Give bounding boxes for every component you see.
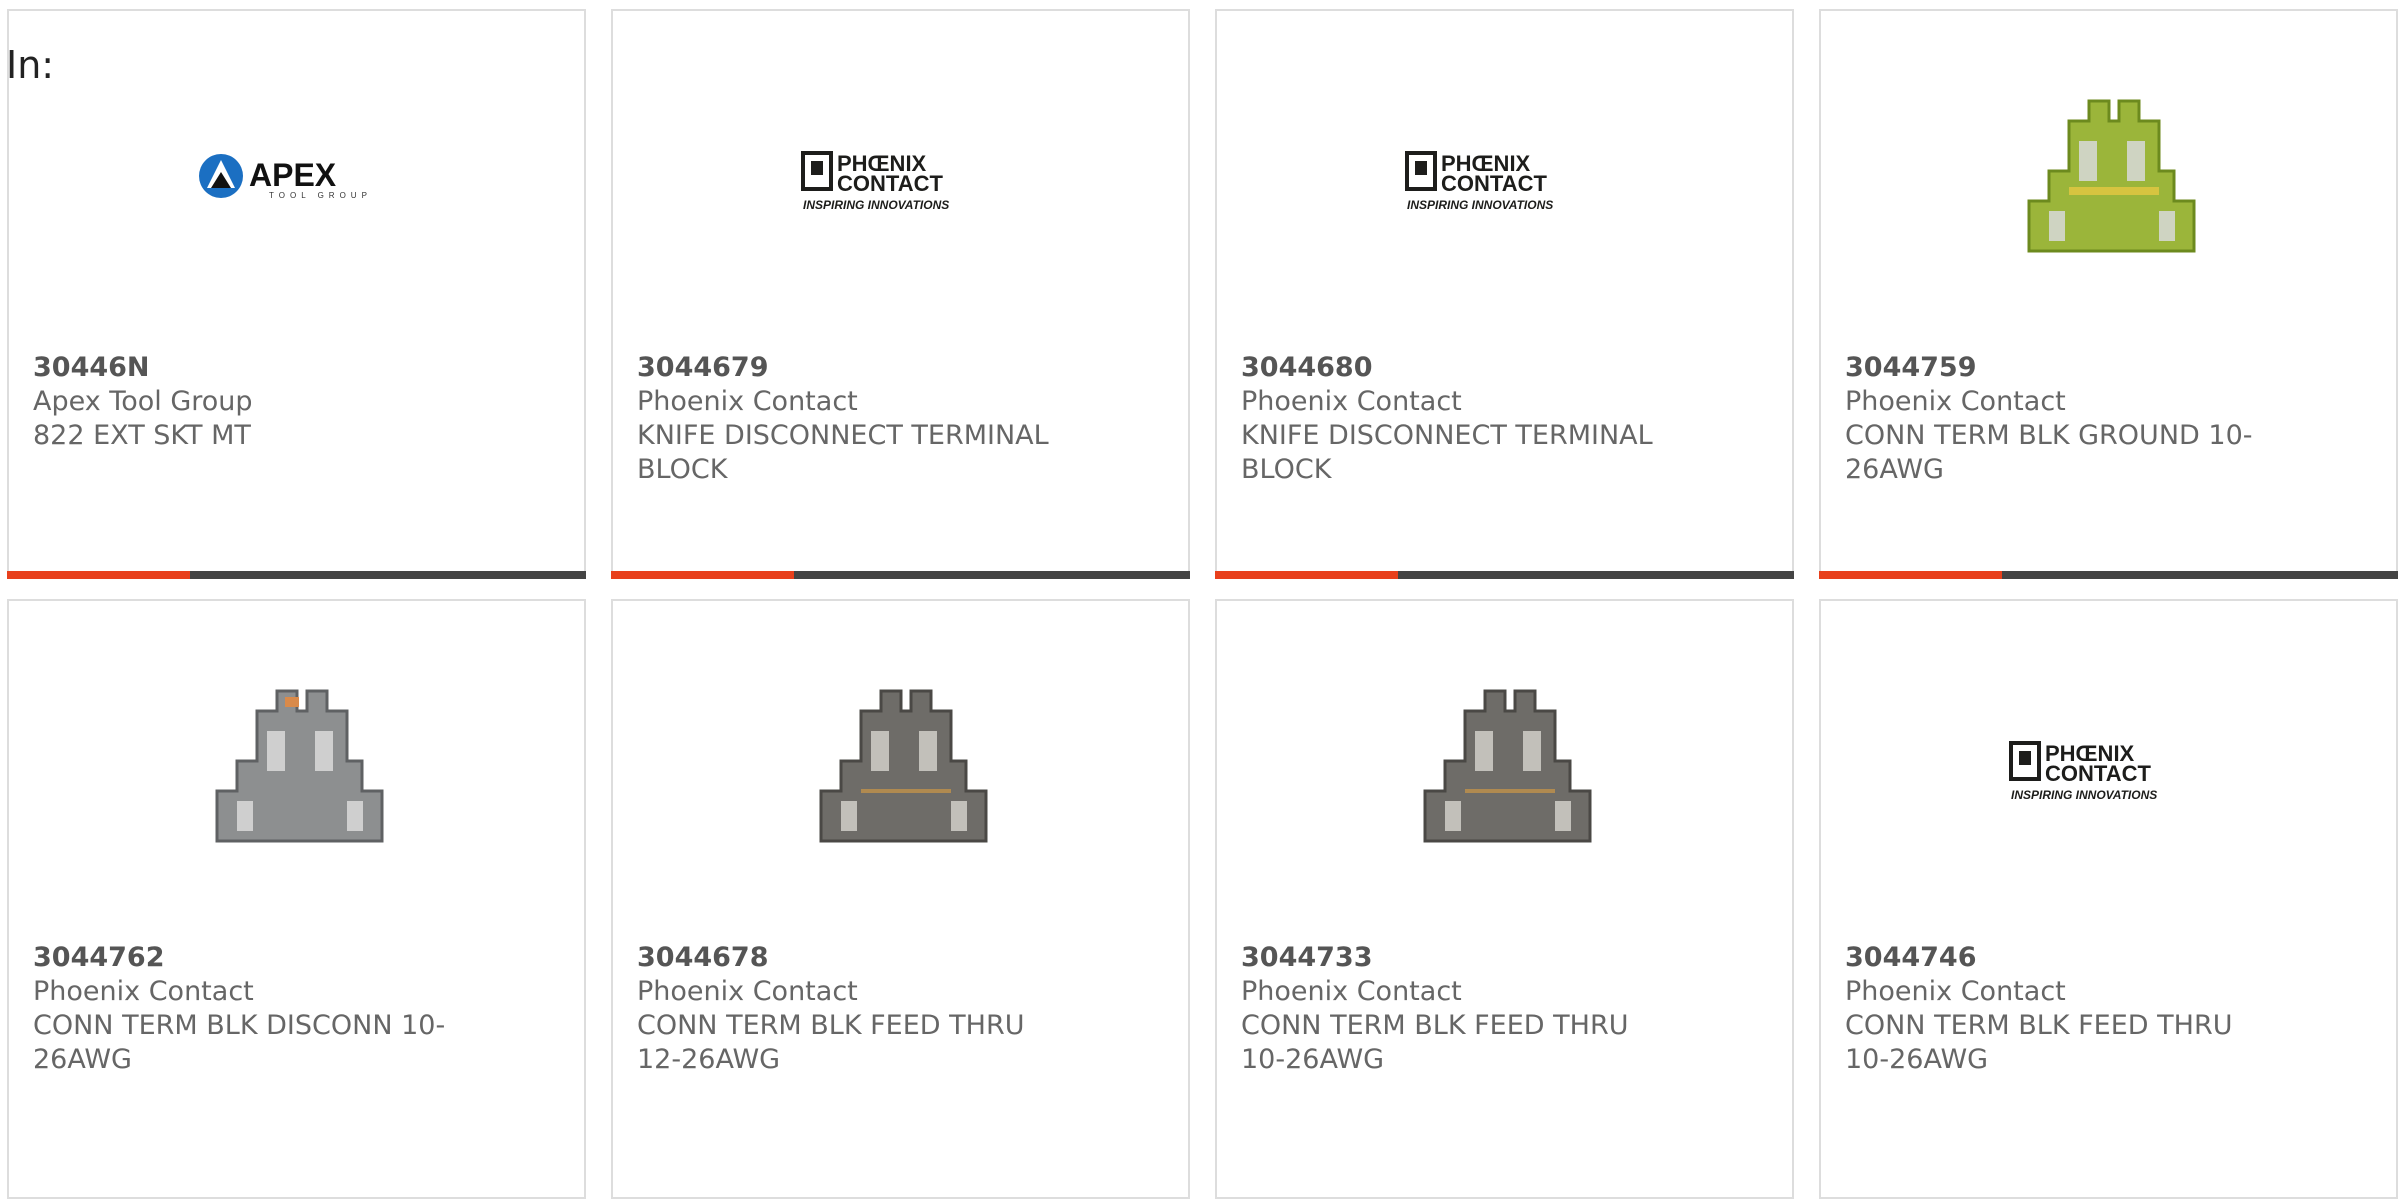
product-info: 3044680 Phoenix Contact KNIFE DISCONNECT… <box>1241 351 1661 487</box>
card-bottom-bar <box>1819 571 2398 579</box>
manufacturer: Phoenix Contact <box>1845 976 2066 1007</box>
manufacturer: Phoenix Contact <box>637 386 858 417</box>
card-accent-bar <box>611 571 794 579</box>
terminal-block-gray-icon <box>215 689 384 843</box>
part-number[interactable]: 3044746 <box>1845 941 2265 975</box>
description: KNIFE DISCONNECT TERMINAL BLOCK <box>1241 420 1653 485</box>
manufacturer: Phoenix Contact <box>1241 386 1462 417</box>
description: CONN TERM BLK FEED THRU 12-26AWG <box>637 1010 1025 1075</box>
phoenix-logo: PHŒNIX CONTACT INSPIRING INNOVATIONS <box>2009 741 2157 802</box>
card-accent-bar <box>1215 571 1398 579</box>
product-info: 3044678 Phoenix Contact CONN TERM BLK FE… <box>637 941 1057 1077</box>
manufacturer: Phoenix Contact <box>637 976 858 1007</box>
card-bottom-bar <box>7 571 586 579</box>
part-number[interactable]: 3044733 <box>1241 941 1661 975</box>
product-card[interactable]: PHŒNIX CONTACT INSPIRING INNOVATIONS 304… <box>611 9 1190 579</box>
phoenix-logo-image: PHŒNIX CONTACT INSPIRING INNOVATIONS <box>1405 81 1607 283</box>
apex-logo: APEX TOOL GROUP <box>199 154 372 200</box>
part-number[interactable]: 30446N <box>33 351 453 385</box>
terminal-block-dark-icon <box>1423 689 1592 843</box>
phoenix-logo: PHŒNIX CONTACT INSPIRING INNOVATIONS <box>1405 151 1553 212</box>
phoenix-logo-image: PHŒNIX CONTACT INSPIRING INNOVATIONS <box>801 81 1003 283</box>
description: CONN TERM BLK FEED THRU 10-26AWG <box>1845 1010 2233 1075</box>
product-info: 30446N Apex Tool Group 822 EXT SKT MT <box>33 351 453 453</box>
phoenix-logo-line2: CONTACT <box>837 171 943 196</box>
manufacturer: Apex Tool Group <box>33 386 253 417</box>
manufacturer: Phoenix Contact <box>33 976 254 1007</box>
phoenix-logo-image: PHŒNIX CONTACT INSPIRING INNOVATIONS <box>2009 671 2211 873</box>
part-number[interactable]: 3044680 <box>1241 351 1661 385</box>
description: CONN TERM BLK GROUND 10-26AWG <box>1845 420 2253 485</box>
part-number[interactable]: 3044759 <box>1845 351 2265 385</box>
phoenix-logo-tagline: INSPIRING INNOVATIONS <box>2011 788 2157 802</box>
product-card[interactable]: APEX TOOL GROUP 30446N Apex Tool Group 8… <box>7 9 586 579</box>
phoenix-logo-tagline: INSPIRING INNOVATIONS <box>803 198 949 212</box>
manufacturer: Phoenix Contact <box>1241 976 1462 1007</box>
manufacturer: Phoenix Contact <box>1845 386 2066 417</box>
terminal-block-image <box>801 671 1003 873</box>
card-bottom-bar <box>1215 571 1794 579</box>
phoenix-logo-line2: CONTACT <box>2045 761 2151 786</box>
apex-logo-text: APEX <box>249 157 337 193</box>
description: CONN TERM BLK FEED THRU 10-26AWG <box>1241 1010 1629 1075</box>
part-number[interactable]: 3044762 <box>33 941 453 975</box>
apex-logo-tagline: TOOL GROUP <box>269 191 372 200</box>
card-accent-bar <box>7 571 190 579</box>
part-number[interactable]: 3044678 <box>637 941 1057 975</box>
product-info: 3044679 Phoenix Contact KNIFE DISCONNECT… <box>637 351 1057 487</box>
product-card[interactable]: 3044678 Phoenix Contact CONN TERM BLK FE… <box>611 599 1190 1199</box>
product-card[interactable]: 3044759 Phoenix Contact CONN TERM BLK GR… <box>1819 9 2398 579</box>
phoenix-logo-line2: CONTACT <box>1441 171 1547 196</box>
phoenix-logo: PHŒNIX CONTACT INSPIRING INNOVATIONS <box>801 151 949 212</box>
product-info: 3044733 Phoenix Contact CONN TERM BLK FE… <box>1241 941 1661 1077</box>
description: CONN TERM BLK DISCONN 10-26AWG <box>33 1010 446 1075</box>
product-info: 3044762 Phoenix Contact CONN TERM BLK DI… <box>33 941 453 1077</box>
phoenix-logo-tagline: INSPIRING INNOVATIONS <box>1407 198 1553 212</box>
apex-logo-image: APEX TOOL GROUP <box>197 81 399 283</box>
page-heading: In: <box>6 43 55 87</box>
product-info: 3044759 Phoenix Contact CONN TERM BLK GR… <box>1845 351 2265 487</box>
product-card[interactable]: 3044762 Phoenix Contact CONN TERM BLK DI… <box>7 599 586 1199</box>
terminal-block-image <box>197 671 399 873</box>
card-accent-bar <box>1819 571 2002 579</box>
part-number[interactable]: 3044679 <box>637 351 1057 385</box>
description: KNIFE DISCONNECT TERMINAL BLOCK <box>637 420 1049 485</box>
card-bottom-bar <box>611 571 1190 579</box>
product-grid: APEX TOOL GROUP 30446N Apex Tool Group 8… <box>7 9 2400 1199</box>
terminal-block-dark-icon <box>819 689 988 843</box>
product-card[interactable]: PHŒNIX CONTACT INSPIRING INNOVATIONS 304… <box>1819 599 2398 1199</box>
description: 822 EXT SKT MT <box>33 420 251 451</box>
terminal-block-image <box>2009 81 2211 283</box>
product-card[interactable]: PHŒNIX CONTACT INSPIRING INNOVATIONS 304… <box>1215 9 1794 579</box>
terminal-block-image <box>1405 671 1607 873</box>
product-card[interactable]: 3044733 Phoenix Contact CONN TERM BLK FE… <box>1215 599 1794 1199</box>
terminal-block-green-icon <box>2027 99 2196 253</box>
product-info: 3044746 Phoenix Contact CONN TERM BLK FE… <box>1845 941 2265 1077</box>
